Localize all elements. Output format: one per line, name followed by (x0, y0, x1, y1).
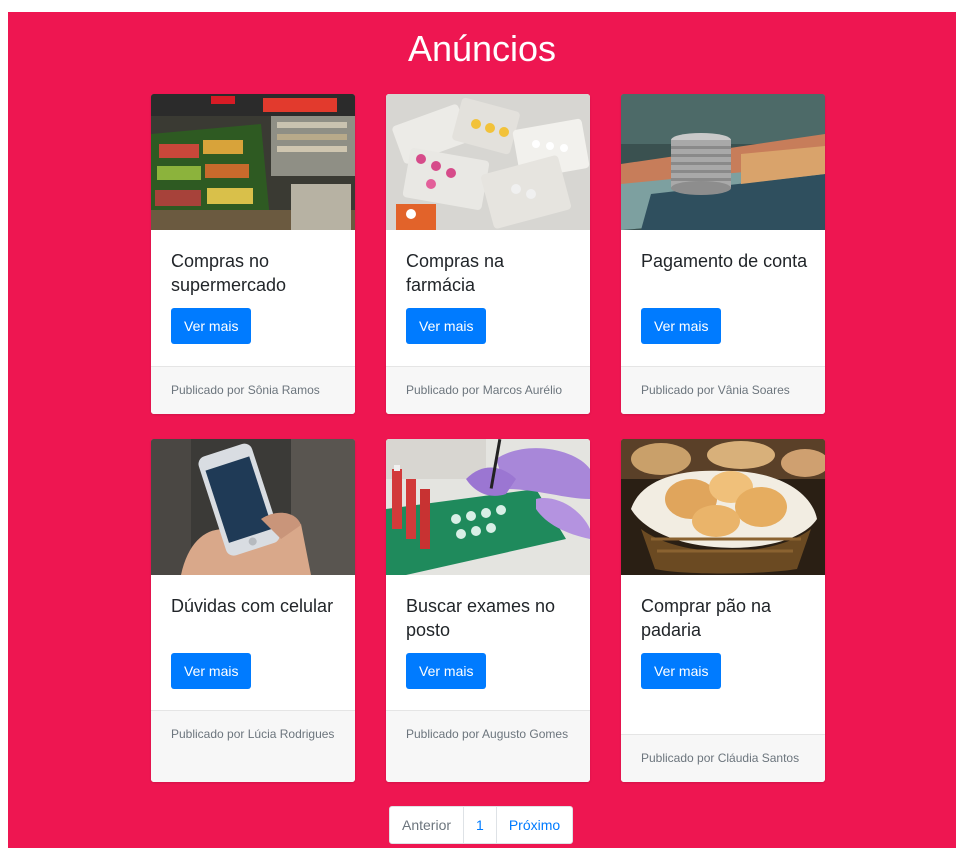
card-title: Pagamento de conta (641, 251, 808, 271)
card-pagamento: Pagamento de conta Ver mais Publicado po… (621, 94, 825, 414)
card-title: Dúvidas com celular (171, 596, 334, 616)
supermarket-image (151, 94, 355, 230)
ver-mais-button[interactable]: Ver mais (641, 653, 722, 689)
ver-mais-button[interactable]: Ver mais (406, 308, 487, 344)
card-footer: Publicado por Cláudia Santos (621, 734, 825, 782)
card-body: Dúvidas com celular Ver mais (171, 575, 341, 689)
ver-mais-button[interactable]: Ver mais (641, 308, 722, 344)
card-title: Comprar pão na padaria (641, 596, 772, 640)
card-body: Buscar exames no posto Ver mais (406, 575, 576, 689)
phone-image (151, 439, 355, 575)
card-body: Compras na farmácia Ver mais (406, 230, 576, 344)
bread-image (621, 439, 825, 575)
card-body: Pagamento de conta Ver mais (641, 230, 811, 344)
money-image (621, 94, 825, 230)
ver-mais-button[interactable]: Ver mais (171, 653, 252, 689)
card-title: Buscar exames no posto (406, 596, 556, 640)
ver-mais-button[interactable]: Ver mais (406, 653, 487, 689)
card-body: Comprar pão na padaria Ver mais (641, 575, 811, 689)
announcements-section: Anúncios Compras no supermercado Ver mai… (8, 12, 956, 848)
card-body: Compras no supermercado Ver mais (171, 230, 341, 344)
card-padaria: Comprar pão na padaria Ver mais Publicad… (621, 439, 825, 782)
pagination-next[interactable]: Próximo (497, 807, 572, 843)
pagination-page-1[interactable]: 1 (464, 807, 497, 843)
pills-image (386, 94, 590, 230)
pagination-previous[interactable]: Anterior (390, 807, 465, 843)
card-footer: Publicado por Lúcia Rodrigues (151, 710, 355, 782)
pagination: Anterior 1 Próximo (389, 806, 574, 844)
card-footer: Publicado por Augusto Gomes (386, 710, 590, 782)
ver-mais-button[interactable]: Ver mais (171, 308, 252, 344)
lab-image (386, 439, 590, 575)
page-title: Anúncios (407, 28, 557, 69)
card-celular: Dúvidas com celular Ver mais Publicado p… (151, 439, 355, 782)
card-footer: Publicado por Sônia Ramos (151, 366, 355, 414)
card-title: Compras na farmácia (406, 251, 505, 295)
card-farmacia: Compras na farmácia Ver mais Publicado p… (386, 94, 590, 414)
card-footer: Publicado por Marcos Aurélio (386, 366, 590, 414)
card-supermercado: Compras no supermercado Ver mais Publica… (151, 94, 355, 414)
card-footer: Publicado por Vânia Soares (621, 366, 825, 414)
card-title: Compras no supermercado (171, 251, 287, 295)
card-exames: Buscar exames no posto Ver mais Publicad… (386, 439, 590, 782)
